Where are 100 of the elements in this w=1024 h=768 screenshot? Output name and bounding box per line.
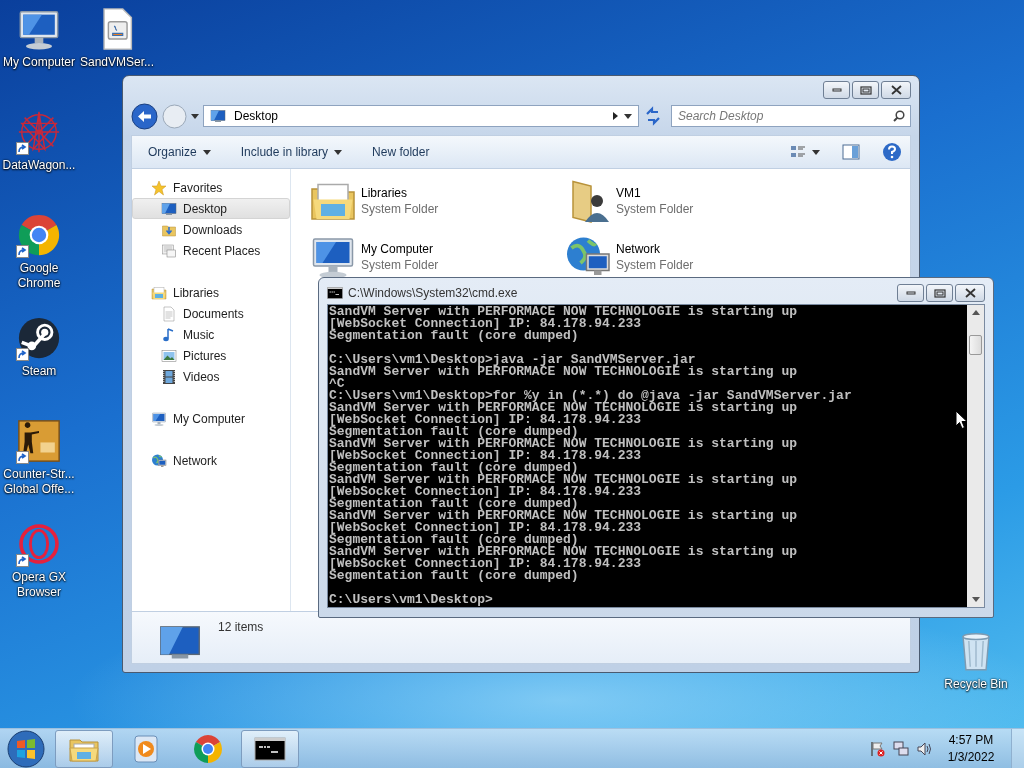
console-line: C:\Users\vm1\Desktop>java -jar SandVMServer.jar (329, 354, 696, 366)
help-icon[interactable] (882, 142, 902, 162)
console-line: Segmentation fault (core dumped) (329, 462, 579, 474)
console-line: [WebSocket Connection] IP: 84.178.94.233 (329, 318, 642, 330)
minimize-button[interactable] (823, 81, 850, 99)
nav-item[interactable]: Videos (132, 366, 290, 387)
tricolor-circle-icon (192, 732, 224, 765)
desktop-icon-label[interactable]: My Computer (0, 55, 78, 70)
back-button-icon[interactable] (131, 102, 158, 130)
nav-item[interactable]: My Computer (132, 408, 290, 429)
scroll-up-icon[interactable] (971, 310, 980, 315)
shortcut-arrow-icon (16, 451, 29, 464)
console-line: Segmentation fault (core dumped) (329, 534, 579, 546)
scrollbar[interactable] (967, 305, 984, 607)
shortcut-arrow-icon (16, 348, 29, 361)
nav-item[interactable]: Favorites (132, 177, 290, 198)
nav-item[interactable]: Recent Places (132, 240, 290, 261)
desktop-icon-label[interactable]: Opera GX Browser (0, 570, 78, 600)
desktop-icon-label[interactable]: Counter-Str... Global Offe... (0, 467, 78, 497)
history-caret-icon (191, 113, 199, 119)
network-icon[interactable] (893, 740, 909, 757)
taskbar-button[interactable] (241, 729, 299, 768)
date: 1/3/2022 (947, 748, 995, 766)
toolbar-button[interactable]: Include in library (232, 142, 351, 162)
desktop-icon-label[interactable]: Google Chrome (0, 261, 78, 291)
desktop-icon-label[interactable]: SandVMSer... (78, 55, 156, 70)
scroll-down-icon[interactable] (971, 597, 980, 602)
maximize-icon (933, 288, 946, 298)
console-line: Segmentation fault (core dumped) (329, 570, 579, 582)
console-line: Segmentation fault (core dumped) (329, 426, 579, 438)
console-line: [WebSocket Connection] IP: 84.178.94.233 (329, 486, 642, 498)
maximize-button[interactable] (852, 81, 879, 99)
console-line: SandVM Server with PERFORMACE NOW TECHNOLOGIE is starting up (329, 402, 798, 414)
nav-item[interactable]: Downloads (132, 219, 290, 240)
item-type: System Folder (616, 257, 694, 273)
monitor-icon (210, 108, 226, 124)
search-field[interactable]: Search Desktop (671, 105, 911, 127)
console-line: [WebSocket Connection] IP: 84.178.94.233 (329, 450, 642, 462)
item-name[interactable]: Libraries (361, 185, 439, 201)
monitor-icon (161, 200, 177, 217)
item-type: System Folder (361, 201, 439, 217)
console-line: [WebSocket Connection] IP: 84.178.94.233 (329, 558, 642, 570)
recent-places-icon (161, 242, 177, 259)
nav-item[interactable]: Pictures (132, 345, 290, 366)
globe-monitor-icon (151, 452, 167, 469)
console-line: [WebSocket Connection] IP: 84.178.94.233 (329, 414, 642, 426)
maximize-button[interactable] (926, 284, 953, 302)
console-line: SandVM Server with PERFORMACE NOW TECHNOLOGIE is starting up (329, 546, 798, 558)
caret-icon (202, 149, 211, 155)
address-bar[interactable]: Desktop (203, 105, 639, 127)
console-line: SandVM Server with PERFORMACE NOW TECHNOLOGIE is starting up (329, 306, 798, 318)
nav-item[interactable]: Libraries (132, 282, 290, 303)
library-folder-icon (151, 284, 167, 301)
desktop-icon-label[interactable]: Steam (0, 364, 78, 379)
minimize-icon (905, 291, 916, 295)
shortcut-arrow-icon (16, 245, 29, 258)
star-icon (151, 179, 167, 196)
preview-pane-button[interactable] (840, 144, 862, 160)
console-line: SandVM Server with PERFORMACE NOW TECHNOLOGIE is starting up (329, 366, 798, 378)
item-name[interactable]: My Computer (361, 241, 439, 257)
console-line: SandVM Server with PERFORMACE NOW TECHNOLOGIE is starting up (329, 438, 798, 450)
console-line: SandVM Server with PERFORMACE NOW TECHNOLOGIE is starting up (329, 474, 798, 486)
console-line: [WebSocket Connection] IP: 84.178.94.233 (329, 522, 642, 534)
scroll-thumb[interactable] (969, 335, 982, 355)
toolbar-button[interactable]: New folder (364, 142, 438, 162)
caret-icon (334, 149, 343, 155)
computer-icon (151, 410, 167, 427)
shortcut-arrow-icon (16, 554, 29, 567)
clock[interactable]: 4:57 PM 1/3/2022 (943, 731, 999, 766)
console-line: Segmentation fault (core dumped) (329, 498, 579, 510)
minimize-button[interactable] (897, 284, 924, 302)
flag-icon[interactable] (869, 740, 885, 757)
breadcrumb[interactable]: Desktop (234, 109, 605, 123)
close-button[interactable] (881, 81, 911, 99)
search-icon (893, 110, 905, 122)
nav-item[interactable]: Documents (132, 303, 290, 324)
console-line: C:\Users\vm1\Desktop> (329, 594, 493, 606)
console-line: ^C (329, 378, 345, 390)
console-line: C:\Users\vm1\Desktop>for %y in (*.*) do @java -jar SandVMServer.jar (329, 390, 852, 402)
speaker-icon[interactable] (917, 740, 933, 757)
nav-item[interactable]: Network (132, 450, 290, 471)
minimize-icon (831, 88, 842, 92)
shortcut-arrow-icon (16, 142, 29, 155)
terminal-icon (327, 285, 343, 301)
maximize-icon (859, 85, 872, 95)
close-icon (890, 85, 902, 95)
close-button[interactable] (955, 284, 985, 302)
item-type: System Folder (361, 257, 439, 273)
toolbar-button[interactable]: Organize (140, 142, 219, 162)
picture-frame-icon (161, 347, 177, 364)
item-name[interactable]: Network (616, 241, 694, 257)
time: 4:57 PM (948, 731, 994, 749)
nav-item[interactable]: Desktop (132, 198, 290, 219)
view-options-button[interactable] (788, 145, 822, 159)
console-line: Segmentation fault (core dumped) (329, 330, 579, 342)
item-name[interactable]: VM1 (616, 185, 694, 201)
desktop-icon-label[interactable]: DataWagon... (0, 158, 78, 173)
start-button[interactable] (6, 728, 46, 768)
breadcrumb-arrow-icon (613, 112, 618, 120)
nav-item[interactable]: Music (132, 324, 290, 345)
